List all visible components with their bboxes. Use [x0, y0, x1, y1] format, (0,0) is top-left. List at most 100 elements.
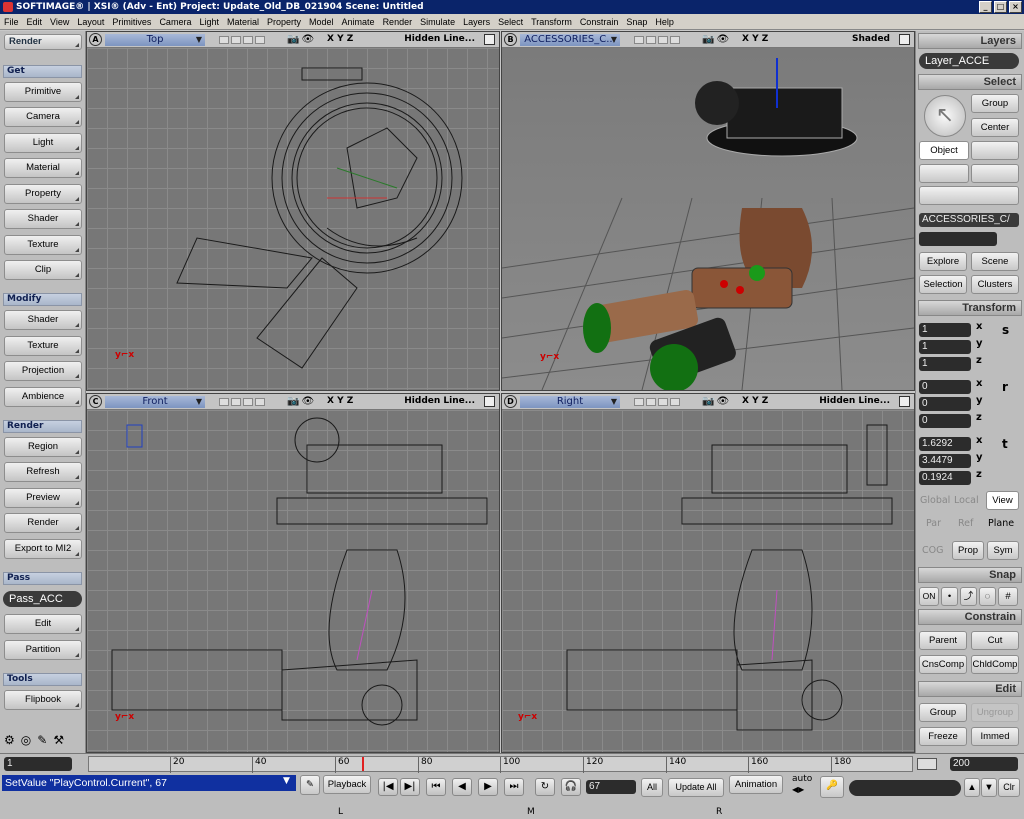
timeline-start-field[interactable]: 1 — [4, 757, 72, 771]
prop-button[interactable]: Prop — [952, 541, 984, 560]
rotate-z-label[interactable]: z — [976, 412, 986, 423]
loop-icon[interactable]: ↻ — [535, 778, 555, 796]
timeline-ruler[interactable]: 20 40 60 80 100 120 140 160 180 — [88, 756, 913, 773]
scale-x-field[interactable]: 1 — [919, 323, 971, 337]
get-property-button[interactable]: Property — [4, 184, 82, 204]
menu-light[interactable]: Light — [195, 17, 223, 27]
immed-button[interactable]: Immed — [971, 727, 1019, 746]
scale-x-label[interactable]: x — [976, 321, 986, 332]
menu-primitives[interactable]: Primitives — [108, 17, 155, 27]
render-region-button[interactable]: Region — [4, 437, 82, 457]
viewport-a[interactable]: A Top 📷👁 X Y Z Hidden Line... y⌐x — [86, 31, 500, 391]
goto-end-icon[interactable]: ⏭ — [504, 778, 524, 796]
command-history-arrow-icon[interactable]: ▼ — [283, 776, 290, 786]
snap-grid-icon[interactable]: # — [998, 587, 1018, 606]
prev-key-icon[interactable]: ▶| — [400, 778, 420, 796]
menu-property[interactable]: Property — [263, 17, 305, 27]
viewport-a-memo-slots[interactable] — [219, 36, 265, 44]
selection-extra-field[interactable] — [919, 232, 997, 246]
select-arrow-icon[interactable]: ↖ — [924, 95, 966, 137]
get-light-button[interactable]: Light — [4, 133, 82, 153]
render-render-button[interactable]: Render — [4, 513, 82, 533]
get-primitive-button[interactable]: Primitive — [4, 82, 82, 102]
menu-material[interactable]: Material — [223, 17, 263, 27]
viewport-a-letter[interactable]: A — [89, 33, 102, 46]
ungroup-button[interactable]: Ungroup — [971, 703, 1019, 722]
menu-view[interactable]: View — [46, 17, 73, 27]
timeline-range-icon[interactable] — [917, 758, 937, 770]
translate-z-field[interactable]: 0.1924 — [919, 471, 971, 485]
freeze-button[interactable]: Freeze — [919, 727, 967, 746]
scale-z-field[interactable]: 1 — [919, 357, 971, 371]
menu-camera[interactable]: Camera — [155, 17, 195, 27]
scale-y-label[interactable]: y — [976, 338, 986, 349]
scene-button[interactable]: Scene — [971, 252, 1019, 271]
menu-edit[interactable]: Edit — [23, 17, 47, 27]
menu-simulate[interactable]: Simulate — [416, 17, 459, 27]
selection-button[interactable]: Selection — [919, 275, 967, 294]
translate-z-label[interactable]: z — [976, 469, 986, 480]
viewport-b[interactable]: B ACCESSORIES_C... 📷👁 X Y Z Shaded y⌐x — [501, 31, 915, 391]
viewport-d-letter[interactable]: D — [504, 395, 517, 408]
pass-dropdown[interactable]: Pass_ACC — [3, 591, 82, 607]
pass-partition-button[interactable]: Partition — [4, 640, 82, 660]
rotate-x-label[interactable]: x — [976, 378, 986, 389]
local-button[interactable]: Local — [954, 495, 979, 506]
menu-snap[interactable]: Snap — [622, 17, 651, 27]
global-button[interactable]: Global — [920, 495, 950, 506]
scale-y-field[interactable]: 1 — [919, 340, 971, 354]
rotate-z-field[interactable]: 0 — [919, 414, 971, 428]
close-button[interactable]: × — [1009, 1, 1022, 13]
viewport-d-maximize-icon[interactable] — [899, 396, 910, 407]
render-refresh-button[interactable]: Refresh — [4, 462, 82, 482]
rotate-y-label[interactable]: y — [976, 395, 986, 406]
clear-button[interactable]: Clr — [998, 778, 1020, 797]
viewport-d-camera-dropdown[interactable]: Right — [520, 396, 620, 408]
viewport-c-letter[interactable]: C — [89, 395, 102, 408]
script-editor-icon[interactable]: ✎ — [300, 775, 320, 795]
translate-y-label[interactable]: y — [976, 452, 986, 463]
ref-button[interactable]: Ref — [958, 518, 973, 529]
auto-key-label[interactable]: auto — [792, 774, 812, 784]
playback-menu-button[interactable]: Playback — [323, 775, 371, 794]
animation-menu-button[interactable]: Animation — [729, 775, 783, 794]
viewport-d-memo-slots[interactable] — [634, 398, 680, 406]
get-material-button[interactable]: Material — [4, 158, 82, 178]
audio-icon[interactable]: 🎧 — [561, 778, 581, 796]
viewport-c-display-mode[interactable]: Hidden Line... — [404, 396, 475, 406]
maximize-button[interactable]: □ — [994, 1, 1007, 13]
modify-texture-button[interactable]: Texture — [4, 336, 82, 356]
menu-select[interactable]: Select — [494, 17, 527, 27]
scale-icon[interactable]: s — [1002, 323, 1009, 337]
parent-button[interactable]: Parent — [919, 631, 967, 650]
animation-slider[interactable] — [849, 780, 961, 796]
timeline-end-field[interactable]: 200 — [950, 757, 1018, 771]
snap-point-icon[interactable]: • — [941, 587, 958, 606]
select-filter-dropdown[interactable] — [919, 186, 1019, 205]
snap-on-button[interactable]: ON — [919, 587, 939, 606]
sym-button[interactable]: Sym — [987, 541, 1019, 560]
pass-edit-button[interactable]: Edit — [4, 614, 82, 634]
translate-icon[interactable]: t — [1002, 437, 1008, 451]
timeline-playhead[interactable] — [362, 757, 364, 771]
layer-dropdown[interactable]: Layer_ACCE — [919, 53, 1019, 69]
menu-render[interactable]: Render — [379, 17, 417, 27]
toolbar-selector[interactable]: Render — [4, 34, 82, 50]
rotate-y-field[interactable]: 0 — [919, 397, 971, 411]
goto-start-icon[interactable]: ⏮ — [426, 778, 446, 796]
viewport-a-camera-icon[interactable]: 📷👁 — [287, 34, 316, 45]
plane-button[interactable]: Plane — [988, 518, 1014, 529]
tool-mode-icon[interactable]: ⚙ — [4, 733, 15, 747]
bone-mode-icon[interactable]: ⚒ — [53, 733, 64, 747]
select-filter-slot-3[interactable] — [971, 164, 1019, 183]
play-icon[interactable]: ▶ — [478, 778, 498, 796]
translate-x-label[interactable]: x — [976, 435, 986, 446]
select-center-button[interactable]: Center — [971, 118, 1019, 137]
first-frame-icon[interactable]: |◀ — [378, 778, 398, 796]
modify-projection-button[interactable]: Projection — [4, 361, 82, 381]
export-mi2-button[interactable]: Export to MI2 — [4, 539, 82, 559]
par-button[interactable]: Par — [926, 518, 941, 529]
cut-button[interactable]: Cut — [971, 631, 1019, 650]
render-preview-button[interactable]: Preview — [4, 488, 82, 508]
viewport-c-camera-dropdown[interactable]: Front — [105, 396, 205, 408]
